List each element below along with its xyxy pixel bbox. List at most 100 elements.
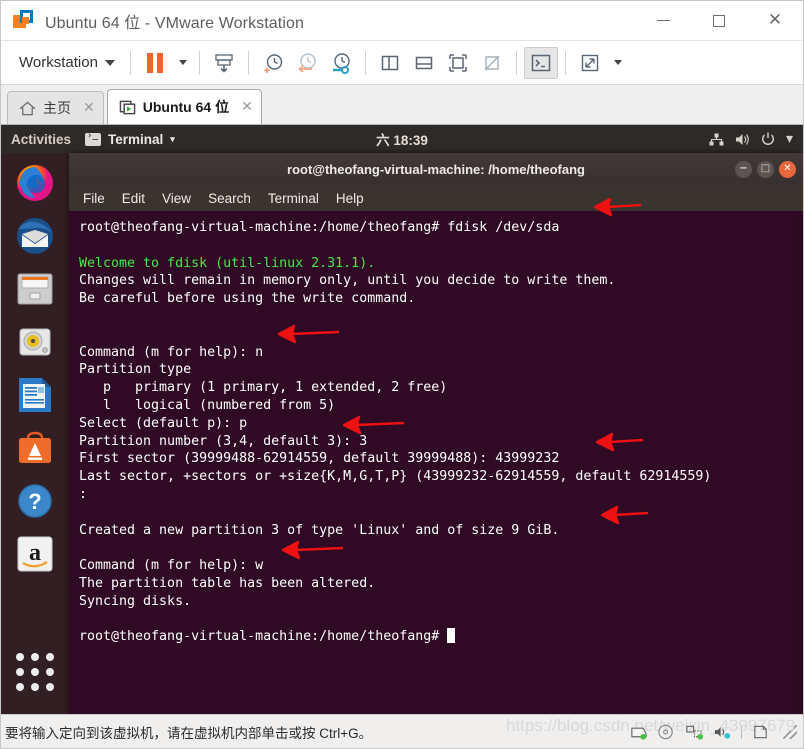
snapshot-manager-button[interactable]: [324, 47, 358, 79]
show-sidebar-button[interactable]: [373, 47, 407, 79]
dock-item-firefox[interactable]: [13, 161, 57, 205]
dock-item-show-applications[interactable]: [13, 652, 57, 692]
workstation-menu-button[interactable]: Workstation: [9, 50, 123, 75]
gnome-terminal-window[interactable]: root@theofang-virtual-machine: /home/the…: [69, 153, 803, 714]
fit-window-icon: [449, 53, 467, 72]
dock-item-amazon[interactable]: a: [13, 532, 57, 576]
music-player-icon: [19, 328, 51, 356]
terminal-line: Created a new partition 3 of type 'Linux…: [79, 522, 560, 538]
toolbar-divider: [564, 50, 566, 75]
terminal-minimize-button[interactable]: −: [735, 160, 752, 178]
terminal-line: Select (default p): p: [79, 415, 248, 431]
volume-icon[interactable]: [735, 133, 750, 146]
terminal-line: Welcome to fdisk (util-linux 2.31.1).: [79, 255, 376, 271]
clock-wrench-icon: [332, 52, 350, 74]
gnome-top-bar: Activities Terminal ▾ 六 18:39: [1, 125, 803, 153]
dock-item-help[interactable]: ?: [13, 479, 57, 523]
minimize-button[interactable]: [635, 1, 691, 40]
amazon-icon: a: [17, 536, 53, 572]
dock-item-thunderbird[interactable]: [13, 214, 57, 258]
send-ctrl-alt-del-button[interactable]: [207, 47, 241, 79]
window-resize-grip[interactable]: [783, 724, 797, 739]
pause-vm-button[interactable]: [138, 47, 172, 79]
tab-home[interactable]: 主页 ✕: [7, 91, 104, 124]
terminal-close-button[interactable]: ✕: [779, 160, 796, 178]
menu-help[interactable]: Help: [336, 191, 364, 206]
current-app-menu[interactable]: Terminal ▾: [85, 131, 175, 147]
terminal-line: :: [79, 486, 88, 502]
status-network-adapter-icon[interactable]: [685, 724, 704, 740]
document-writer-icon: [19, 378, 51, 412]
thunderbird-icon: [17, 218, 53, 254]
tab-home-close-icon[interactable]: ✕: [83, 100, 95, 116]
clock-back-icon: [298, 52, 316, 73]
fullscreen-button[interactable]: [573, 47, 607, 79]
menu-search[interactable]: Search: [208, 191, 251, 206]
revert-snapshot-button[interactable]: [290, 47, 324, 79]
window-title: Ubuntu 64 位 - VMware Workstation: [45, 14, 305, 32]
power-icon[interactable]: [761, 132, 775, 146]
menu-edit[interactable]: Edit: [122, 191, 145, 206]
menu-file[interactable]: File: [83, 191, 105, 206]
file-manager-icon: [17, 273, 53, 305]
network-icon[interactable]: [709, 133, 724, 146]
fit-window-off-icon: [484, 54, 500, 71]
tab-strip: 主页 ✕ Ubuntu 64 位 ✕: [1, 85, 803, 125]
status-message: 要将输入定向到该虚拟机，请在虚拟机内部单击或按 Ctrl+G。: [5, 725, 373, 741]
terminal-scrollbar[interactable]: [799, 211, 803, 714]
chevron-down-icon: [104, 59, 115, 66]
status-sound-card-icon[interactable]: [713, 724, 732, 740]
status-hard-disk-icon[interactable]: [629, 724, 648, 740]
expand-arrows-icon: [581, 54, 599, 71]
terminal-line: Be careful before using the write comman…: [79, 291, 416, 307]
terminal-title-text: root@theofang-virtual-machine: /home/the…: [287, 161, 585, 177]
question-mark-icon: ?: [18, 484, 52, 518]
fullscreen-dropdown-button[interactable]: [607, 47, 627, 79]
console-view-button[interactable]: [523, 46, 558, 79]
vmware-logo-icon: [13, 9, 35, 32]
menu-terminal[interactable]: Terminal: [268, 191, 319, 206]
toolbar-divider: [129, 50, 131, 75]
window-controls: ✕: [635, 1, 803, 40]
terminal-titlebar: root@theofang-virtual-machine: /home/the…: [69, 153, 803, 185]
toolbar-divider: [364, 50, 366, 75]
terminal-maximize-button[interactable]: □: [757, 160, 774, 178]
take-snapshot-button[interactable]: [256, 47, 290, 79]
show-bottom-panel-button[interactable]: [407, 47, 441, 79]
fit-guest-now-button[interactable]: [475, 47, 509, 79]
terminal-output[interactable]: root@theofang-virtual-machine:/home/theo…: [69, 211, 803, 714]
svg-text:?: ?: [28, 489, 41, 514]
status-cd-dvd-icon[interactable]: [657, 724, 676, 740]
system-menu-caret-icon[interactable]: ▾: [786, 132, 793, 146]
status-printer-icon[interactable]: [751, 724, 770, 740]
window-titlebar: Ubuntu 64 位 - VMware Workstation ✕: [1, 1, 803, 41]
panel-left-icon: [381, 55, 399, 70]
maximize-button[interactable]: [691, 1, 747, 40]
tab-ubuntu-64[interactable]: Ubuntu 64 位 ✕: [106, 89, 262, 124]
menu-view[interactable]: View: [162, 191, 191, 206]
pause-icon: [146, 52, 163, 73]
terminal-line: Last sector, +sectors or +size{K,M,G,T,P…: [79, 469, 712, 485]
dock-item-files[interactable]: [13, 267, 57, 311]
fit-guest-button[interactable]: [441, 47, 475, 79]
tab-ubuntu-64-label: Ubuntu 64 位: [142, 99, 230, 115]
gnome-system-tray: ▾: [709, 132, 793, 146]
vmware-workstation-window: Ubuntu 64 位 - VMware Workstation ✕ Works…: [0, 0, 804, 749]
dock-item-libreoffice-writer[interactable]: [13, 373, 57, 417]
terminal-line: Partition type: [79, 362, 192, 378]
svg-text:a: a: [29, 540, 41, 566]
terminal-line: Command (m for help): w: [79, 558, 264, 574]
gnome-clock[interactable]: 六 18:39: [376, 129, 428, 149]
dock-item-rhythmbox[interactable]: [13, 320, 57, 364]
tab-ubuntu-64-close-icon[interactable]: ✕: [241, 99, 253, 115]
vm-guest-screen[interactable]: Activities Terminal ▾ 六 18:39: [1, 125, 803, 714]
terminal-icon: [85, 131, 102, 146]
software-store-icon: [19, 431, 51, 463]
close-button[interactable]: ✕: [747, 1, 803, 40]
pause-dropdown-button[interactable]: [172, 47, 192, 79]
send-keys-icon: [215, 53, 233, 73]
dock-item-ubuntu-software[interactable]: [13, 426, 57, 470]
activities-button[interactable]: Activities: [11, 132, 71, 147]
